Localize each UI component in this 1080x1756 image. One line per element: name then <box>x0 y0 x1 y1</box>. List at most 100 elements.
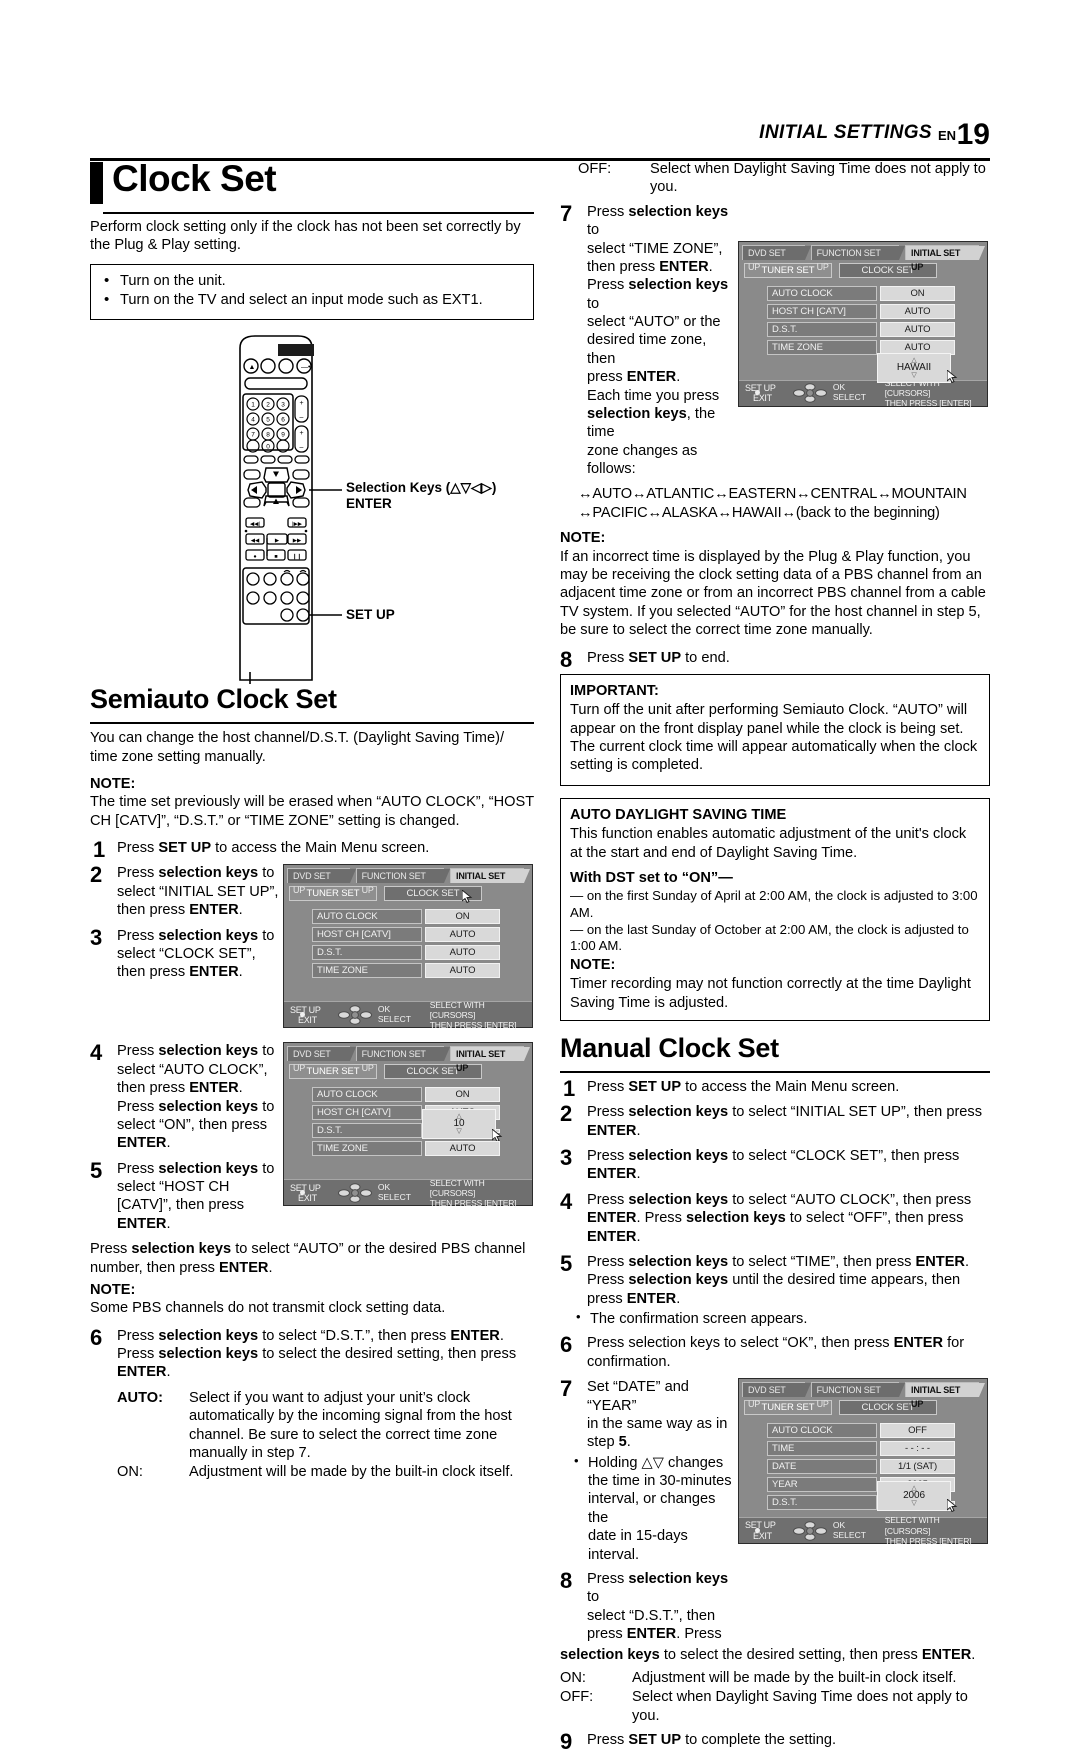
step-text-bold: selection keys <box>158 1098 259 1115</box>
osd-row-label: HOST CH [CATV] <box>767 303 877 319</box>
osd-footer-hint-line2: THEN PRESS [ENTER] <box>884 398 972 409</box>
definition-value: Select when Daylight Saving Time does no… <box>650 161 986 196</box>
osd-row[interactable]: AUTO CLOCK ON <box>312 909 532 925</box>
definition-value: Adjustment will be made by the built-in … <box>632 1669 957 1686</box>
step-text-part: Each time you press <box>587 387 720 404</box>
step-text-bold: selection keys <box>158 1043 259 1060</box>
svg-text:8: 8 <box>266 432 270 439</box>
osd-tab-function-set-up[interactable]: FUNCTION SET UP <box>810 1382 906 1409</box>
osd-tab-initial-set-up[interactable]: INITIAL SET UP <box>905 244 985 272</box>
definition-key: ON: <box>117 1464 143 1481</box>
steps-2-3-with-screen: 2 Press selection keys to select “INITIA… <box>90 862 534 1036</box>
osd-row[interactable]: D.S.T. △ 2006 ▽ <box>767 1481 987 1513</box>
step-text-part: in the same way as in <box>587 1415 728 1432</box>
osd-row[interactable]: AUTO CLOCK ON <box>767 285 987 301</box>
step-text-bold: selection keys <box>628 203 729 220</box>
step-text-part: to select “CLOCK SET”, then press <box>728 1148 960 1165</box>
semiauto-title-text: Semiauto Clock Set <box>90 684 337 715</box>
osd-row[interactable]: D.S.T. △ 10 ▽ <box>312 1109 532 1143</box>
step-text-bold: ENTER <box>587 1166 637 1183</box>
step-text-part: then press <box>117 1080 190 1097</box>
osd-tab-dvd-set-up[interactable]: DVD SET UP <box>287 868 356 895</box>
step-number: 1 <box>93 837 106 862</box>
osd-row[interactable]: TIME ZONE AUTO <box>312 963 532 979</box>
note-label: NOTE: <box>90 775 136 792</box>
osd-row-value: 1/1 (SAT) <box>880 1459 955 1475</box>
osd-tab-function-set-up[interactable]: FUNCTION SET UP <box>355 868 451 895</box>
steps-2-3-text: 2 Press selection keys to select “INITIA… <box>90 862 295 981</box>
list-item: Turn on the unit. <box>100 271 524 292</box>
step-text-bold: selection keys <box>158 927 259 944</box>
osd-tab-bar: DVD SET UP FUNCTION SET UP INITIAL SET U… <box>739 242 987 272</box>
step-text-bold: selection keys <box>628 1104 729 1121</box>
osd-row[interactable]: TIME ZONE AUTO <box>312 1141 532 1157</box>
osd-row[interactable]: DATE 1/1 (SAT) <box>767 1459 987 1475</box>
osd-row-value: ON <box>425 1087 500 1103</box>
osd-settings-list: AUTO CLOCK OFF TIME - - : - - DATE 1/1 (… <box>739 1419 987 1517</box>
step-text-part: press <box>587 1626 627 1643</box>
osd-tab-dvd-set-up[interactable]: DVD SET UP <box>742 244 811 272</box>
osd-row[interactable]: AUTO CLOCK ON <box>312 1087 532 1103</box>
manual-step-5-sub: The confirmation screen appears. <box>574 1309 990 1328</box>
step-text-bold: ENTER <box>587 1122 637 1139</box>
osd-popup-time-zone[interactable]: △ HAWAII ▽ <box>877 352 951 383</box>
osd-tab-initial-set-up[interactable]: INITIAL SET UP <box>905 1382 985 1409</box>
osd-popup-year[interactable]: △ 2006 ▽ <box>877 1481 951 1512</box>
step-text-bold: ENTER <box>915 1253 965 1270</box>
osd-row[interactable]: D.S.T. AUTO <box>767 321 987 337</box>
osd-row-value: AUTO <box>425 1141 500 1157</box>
definition-value: Adjustment will be made by the built-in … <box>189 1464 514 1481</box>
text-bold: selection keys <box>131 1241 232 1258</box>
step-text-part: . <box>238 964 243 981</box>
osd-row[interactable]: D.S.T. AUTO <box>312 945 532 961</box>
osd-row[interactable]: TIME - - : - - <box>767 1441 987 1457</box>
manual-step-7-sub: Holding △▽ changes the time in 30-minute… <box>572 1453 738 1564</box>
osd-row[interactable]: TIME ZONE AUTO △ HAWAII ▽ <box>767 339 987 383</box>
step-7-text: 7 Press selection keys to select “TIME Z… <box>560 201 735 479</box>
page-title: Clock Set <box>90 158 534 214</box>
osd-footer-hint-line1: SELECT WITH [CURSORS] <box>429 1177 485 1198</box>
auto-dst-box: AUTO DAYLIGHT SAVING TIME This function … <box>560 797 990 1021</box>
osd-row[interactable]: HOST CH [CATV] AUTO <box>767 303 987 319</box>
osd-tab-function-set-up[interactable]: FUNCTION SET UP <box>810 244 906 272</box>
osd-row-value: AUTO <box>880 303 955 319</box>
osd-footer-hint: SELECT WITH [CURSORS] THEN PRESS [ENTER] <box>430 1000 532 1031</box>
note-label: NOTE: <box>570 956 616 973</box>
osd-popup-host-channel[interactable]: △ 10 ▽ <box>422 1109 496 1140</box>
step-text-part: Press <box>587 1570 629 1587</box>
svg-text:■: ■ <box>274 554 277 560</box>
svg-text:7: 7 <box>251 432 255 439</box>
step-text-part: select “INITIAL SET UP”, <box>117 883 279 900</box>
step-text-bold: 5 <box>618 1434 627 1451</box>
svg-text:5: 5 <box>266 417 270 424</box>
osd-footer-hint-line2: THEN PRESS [ENTER] <box>884 1535 972 1546</box>
step-2: 2 Press selection keys to select “INITIA… <box>90 862 295 919</box>
semiauto-rule <box>90 722 534 725</box>
step-text-part: Press <box>587 1272 629 1289</box>
manual-step-6: 6 Press selection keys to select “OK”, t… <box>560 1332 990 1371</box>
osd-row[interactable]: HOST CH [CATV] AUTO <box>312 927 532 943</box>
definition-off-top: OFF: Select when Daylight Saving Time do… <box>560 160 990 197</box>
osd-subtab-bar: TUNER SET CLOCK SET <box>739 260 987 282</box>
step-text-bold: selection keys <box>628 1253 729 1270</box>
osd-tab-dvd-set-up[interactable]: DVD SET UP <box>287 1046 356 1073</box>
step-8: 8 Press SET UP to end. <box>560 647 990 672</box>
step-text-part: desired time zone, then <box>587 332 707 367</box>
osd-footer-select-label: SELECT <box>832 1529 866 1540</box>
osd-tab-initial-set-up[interactable]: INITIAL SET UP <box>450 868 530 895</box>
svg-text:1: 1 <box>251 402 255 409</box>
step-text-part: to <box>258 1160 275 1177</box>
svg-text:6: 6 <box>281 417 285 424</box>
semiauto-intro: You can change the host channel/D.S.T. (… <box>90 730 504 765</box>
definition-key: OFF: <box>578 161 612 177</box>
auto-dst-note: Timer recording may not function correct… <box>570 976 971 1011</box>
step-number: 5 <box>90 1157 103 1183</box>
step-text-part: Press <box>644 1210 686 1227</box>
step-text-part: select “HOST CH <box>117 1179 230 1195</box>
osd-footer-setup-label: SET UP <box>745 382 776 393</box>
osd-tab-dvd-set-up[interactable]: DVD SET UP <box>742 1382 811 1409</box>
osd-tab-initial-set-up[interactable]: INITIAL SET UP <box>450 1046 530 1073</box>
osd-tab-function-set-up[interactable]: FUNCTION SET UP <box>355 1046 451 1073</box>
osd-row[interactable]: AUTO CLOCK OFF <box>767 1423 987 1439</box>
step-text-part: Press <box>587 1104 629 1121</box>
